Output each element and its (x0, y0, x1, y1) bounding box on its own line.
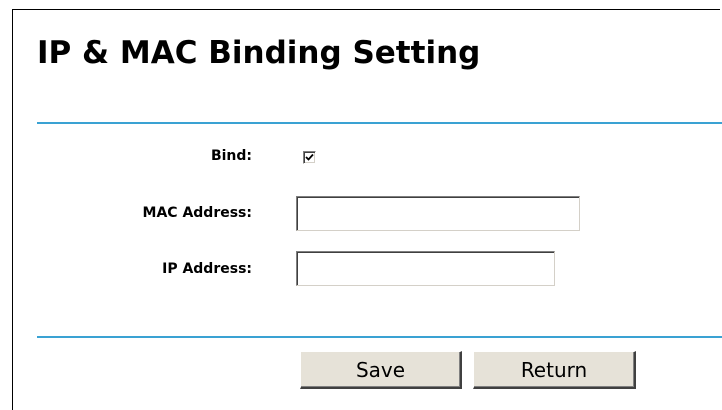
save-button[interactable]: Save (300, 351, 462, 389)
return-button[interactable]: Return (473, 351, 636, 389)
top-divider (37, 122, 722, 124)
bind-label: Bind: (210, 148, 252, 164)
mac-address-input[interactable] (296, 196, 580, 231)
checkmark-icon (305, 153, 314, 161)
ip-address-input[interactable] (296, 251, 555, 286)
mac-address-label: MAC Address: (142, 205, 252, 221)
ip-address-label: IP Address: (162, 261, 252, 277)
page-title: IP & MAC Binding Setting (37, 35, 481, 71)
bottom-divider (37, 336, 722, 338)
bind-checkbox[interactable] (303, 151, 316, 164)
